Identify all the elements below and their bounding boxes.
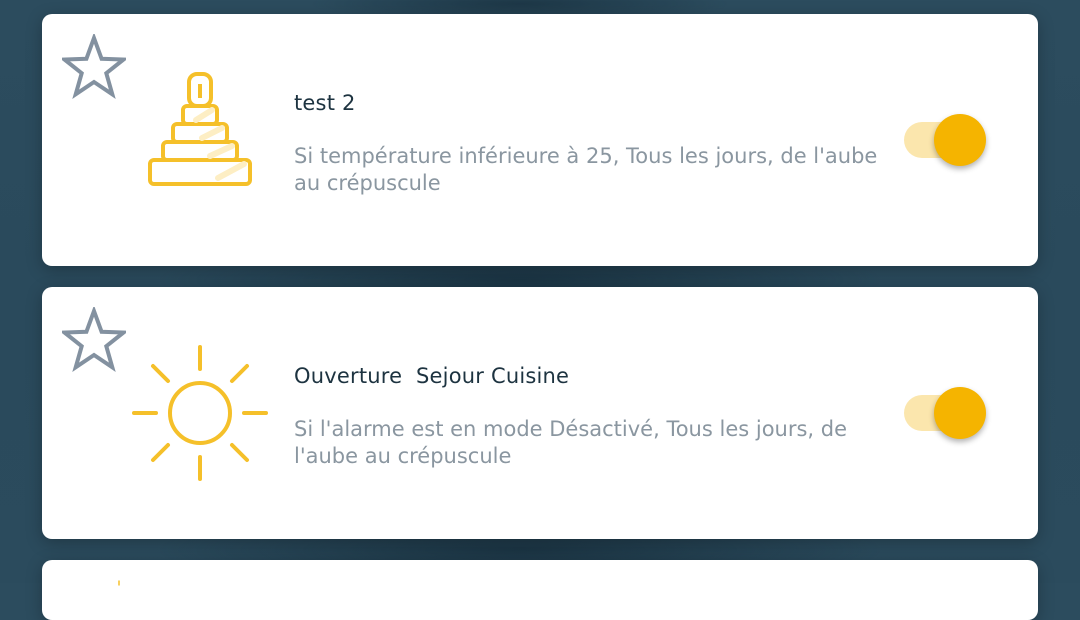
scenario-card[interactable] [42, 560, 1038, 620]
favorite-star-icon[interactable] [62, 307, 126, 373]
scenario-description: Si l'alarme est en mode Désactivé, Tous … [294, 417, 848, 468]
scenario-enable-toggle[interactable] [904, 387, 990, 439]
scenario-title: Ouverture Sejour Cuisine [294, 364, 570, 388]
scenario-description: Si température inférieure à 25, Tous les… [294, 144, 878, 195]
scenario-card[interactable]: test 2 Si température inférieure à 25, T… [42, 14, 1038, 266]
sun-icon [132, 345, 268, 481]
scenario-icon-partial [118, 580, 120, 586]
pyramid-toy-icon [148, 72, 252, 186]
scenario-title: test 2 [294, 91, 356, 115]
scenario-card[interactable]: Ouverture Sejour Cuisine Si l'alarme est… [42, 287, 1038, 539]
scenario-enable-toggle[interactable] [904, 114, 990, 166]
toggle-knob [934, 114, 986, 166]
favorite-star-icon[interactable] [62, 34, 126, 100]
toggle-knob [934, 387, 986, 439]
